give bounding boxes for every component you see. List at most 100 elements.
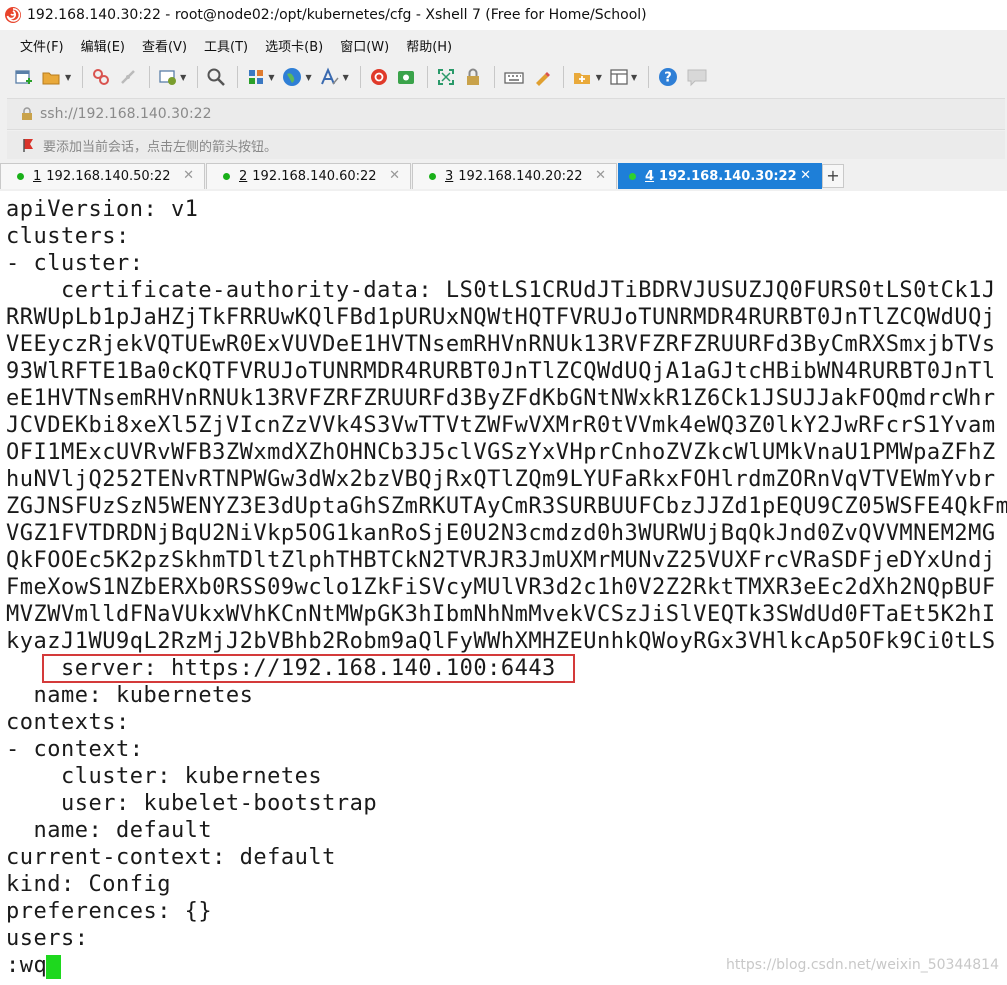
tab-session-1[interactable]: 1 192.168.140.50:22 ✕ <box>0 163 205 189</box>
tab-host: 192.168.140.60:22 <box>252 169 377 184</box>
lock-icon <box>22 107 32 120</box>
terminal-line: users: <box>6 926 89 951</box>
help-icon: ? <box>659 68 678 86</box>
properties-button[interactable]: ▼ <box>156 64 188 90</box>
menu-view[interactable]: 查看(V) <box>132 36 194 55</box>
disconnect-icon <box>121 70 136 84</box>
window-title: 192.168.140.30:22 - root@node02:/opt/kub… <box>27 7 647 23</box>
chat-button[interactable] <box>684 64 710 90</box>
toolbar-divider <box>493 66 495 88</box>
menu-tabs[interactable]: 选项卡(B) <box>255 36 330 55</box>
terminal-line: 93WlRFTE1Ba0cKQTFVRUJoTUNRMDR4RURBT0JnTl… <box>6 359 996 384</box>
terminal-line: huNVljQ252TENvRTNPWGw3dWx2bzVBQjRxQTlZQm… <box>6 467 996 492</box>
layout-button[interactable]: ▼ <box>607 64 639 90</box>
tab-bar: 1 192.168.140.50:22 ✕ 2 192.168.140.60:2… <box>0 163 1007 193</box>
terminal-line: clusters: <box>6 224 130 249</box>
xftp-icon <box>370 69 387 85</box>
toolbar-divider <box>197 66 199 88</box>
tab-session-2[interactable]: 2 192.168.140.60:22 ✕ <box>206 163 411 189</box>
terminal-line: RRWUpLb1pJaHZjTkFRRUwKQlFBd1pURUxNQWtHQT… <box>6 305 996 330</box>
highlight-icon <box>535 72 550 86</box>
tab-host: 192.168.140.50:22 <box>46 169 171 184</box>
terminal-line: ZGJNSFUzSzN5WENYZ3E3dUptaGhSZmRKUTAyCmR3… <box>6 494 1007 519</box>
terminal-line: MVZWVmlldFNaVUkxWVhKCnNtMWpGK3hIbmNhNmMv… <box>6 602 996 627</box>
open-button[interactable]: ▼ <box>39 64 73 90</box>
search-icon <box>207 68 226 86</box>
reconnect-button[interactable] <box>89 64 113 90</box>
chevron-down-icon: ▼ <box>268 72 275 82</box>
xmanager-button[interactable] <box>394 64 418 90</box>
terminal-line: cluster: kubernetes <box>6 764 323 789</box>
address-bar <box>7 98 1005 130</box>
close-icon[interactable]: ✕ <box>800 168 811 183</box>
globe-button[interactable]: ▼ <box>279 64 313 90</box>
chevron-down-icon: ▼ <box>65 72 72 82</box>
terminal-line: kind: Config <box>6 872 171 897</box>
terminal-line: name: default <box>6 818 213 843</box>
terminal-line: user: kubelet-bootstrap <box>6 791 378 816</box>
connected-status-icon <box>223 173 230 180</box>
menu-file[interactable]: 文件(F) <box>10 36 71 55</box>
globe-icon <box>283 68 302 86</box>
new-session-button[interactable] <box>12 64 36 90</box>
connected-status-icon <box>429 173 436 180</box>
tab-session-3[interactable]: 3 192.168.140.20:22 ✕ <box>412 163 617 189</box>
tab-number: 3 <box>445 169 454 184</box>
properties-icon <box>159 70 177 85</box>
fullscreen-icon <box>437 69 454 85</box>
tab-number: 4 <box>645 169 655 184</box>
chevron-down-icon: ▼ <box>342 72 349 82</box>
xshell-logo-icon <box>5 7 21 23</box>
xftp-button[interactable] <box>367 64 391 90</box>
toolbar-divider <box>359 66 361 88</box>
font-icon <box>320 67 339 85</box>
close-icon[interactable]: ✕ <box>595 168 606 183</box>
fullscreen-button[interactable] <box>434 64 458 90</box>
tab-number: 1 <box>33 169 42 184</box>
close-icon[interactable]: ✕ <box>389 168 400 183</box>
toolbar-divider <box>82 66 84 88</box>
app-chrome: 文件(F) 编辑(E) 查看(V) 工具(T) 选项卡(B) 窗口(W) 帮助(… <box>0 30 1007 193</box>
lock-button[interactable] <box>461 64 485 90</box>
highlight-button[interactable] <box>530 64 554 90</box>
tab-session-4[interactable]: 4 192.168.140.30:22 ✕ <box>618 163 822 189</box>
address-input[interactable] <box>40 106 540 122</box>
lock-icon <box>466 68 479 85</box>
close-icon[interactable]: ✕ <box>183 168 194 183</box>
menu-edit[interactable]: 编辑(E) <box>71 36 132 55</box>
disconnect-button[interactable] <box>116 64 140 90</box>
help-button[interactable]: ? <box>655 64 681 90</box>
chevron-down-icon: ▼ <box>180 72 187 82</box>
menu-help[interactable]: 帮助(H) <box>396 36 459 55</box>
toolbar: ▼ ▼ ▼ ▼ ▼ ▼ ▼ ? <box>12 62 713 92</box>
layout-icon <box>610 69 628 85</box>
compose-button[interactable]: ▼ <box>570 64 604 90</box>
terminal-area[interactable]: :wq users: preferences: {} kind: Config curr… <box>0 191 1007 985</box>
chat-icon <box>687 69 707 87</box>
toolbar-divider <box>426 66 428 88</box>
toolbar-divider <box>149 66 151 88</box>
menu-window[interactable]: 窗口(W) <box>330 36 396 55</box>
find-button[interactable] <box>204 64 228 90</box>
hint-text: 要添加当前会话，点击左侧的箭头按钮。 <box>43 139 278 155</box>
chevron-down-icon: ▼ <box>630 72 638 82</box>
terminal-line: certificate-authority-data: LS0tLS1CRUdJ… <box>6 278 996 303</box>
terminal-line: kyazJ1WU9qL2RzMjJ2bVBhb2Robm9aQlFyWWhXMH… <box>6 629 996 654</box>
tab-host: 192.168.140.30:22 <box>659 169 797 184</box>
title-bar: 192.168.140.30:22 - root@node02:/opt/kub… <box>0 0 1007 30</box>
toolbar-divider <box>562 66 564 88</box>
connected-status-icon <box>17 173 24 180</box>
transfer-button[interactable]: ▼ <box>244 64 276 90</box>
terminal-line: - context: <box>6 737 144 762</box>
terminal-line: VEEyczRjekVQTUEwR0ExVUVDeE1HVTNsemRHVnRN… <box>6 332 996 357</box>
terminal-line: :wq <box>6 953 48 978</box>
bookmark-arrow-icon[interactable] <box>21 137 37 153</box>
keyboard-button[interactable] <box>501 64 527 90</box>
menu-tools[interactable]: 工具(T) <box>194 36 255 55</box>
terminal-line: QkFOOEc5K2pzSkhmTDltZlphTHBTCkN2TVRJR3Jm… <box>6 548 996 573</box>
add-tab-button[interactable]: + <box>822 164 844 188</box>
font-button[interactable]: ▼ <box>317 64 351 90</box>
chevron-down-icon: ▼ <box>595 72 602 82</box>
terminal-line: contexts: <box>6 710 130 735</box>
toolbar-divider <box>648 66 650 88</box>
